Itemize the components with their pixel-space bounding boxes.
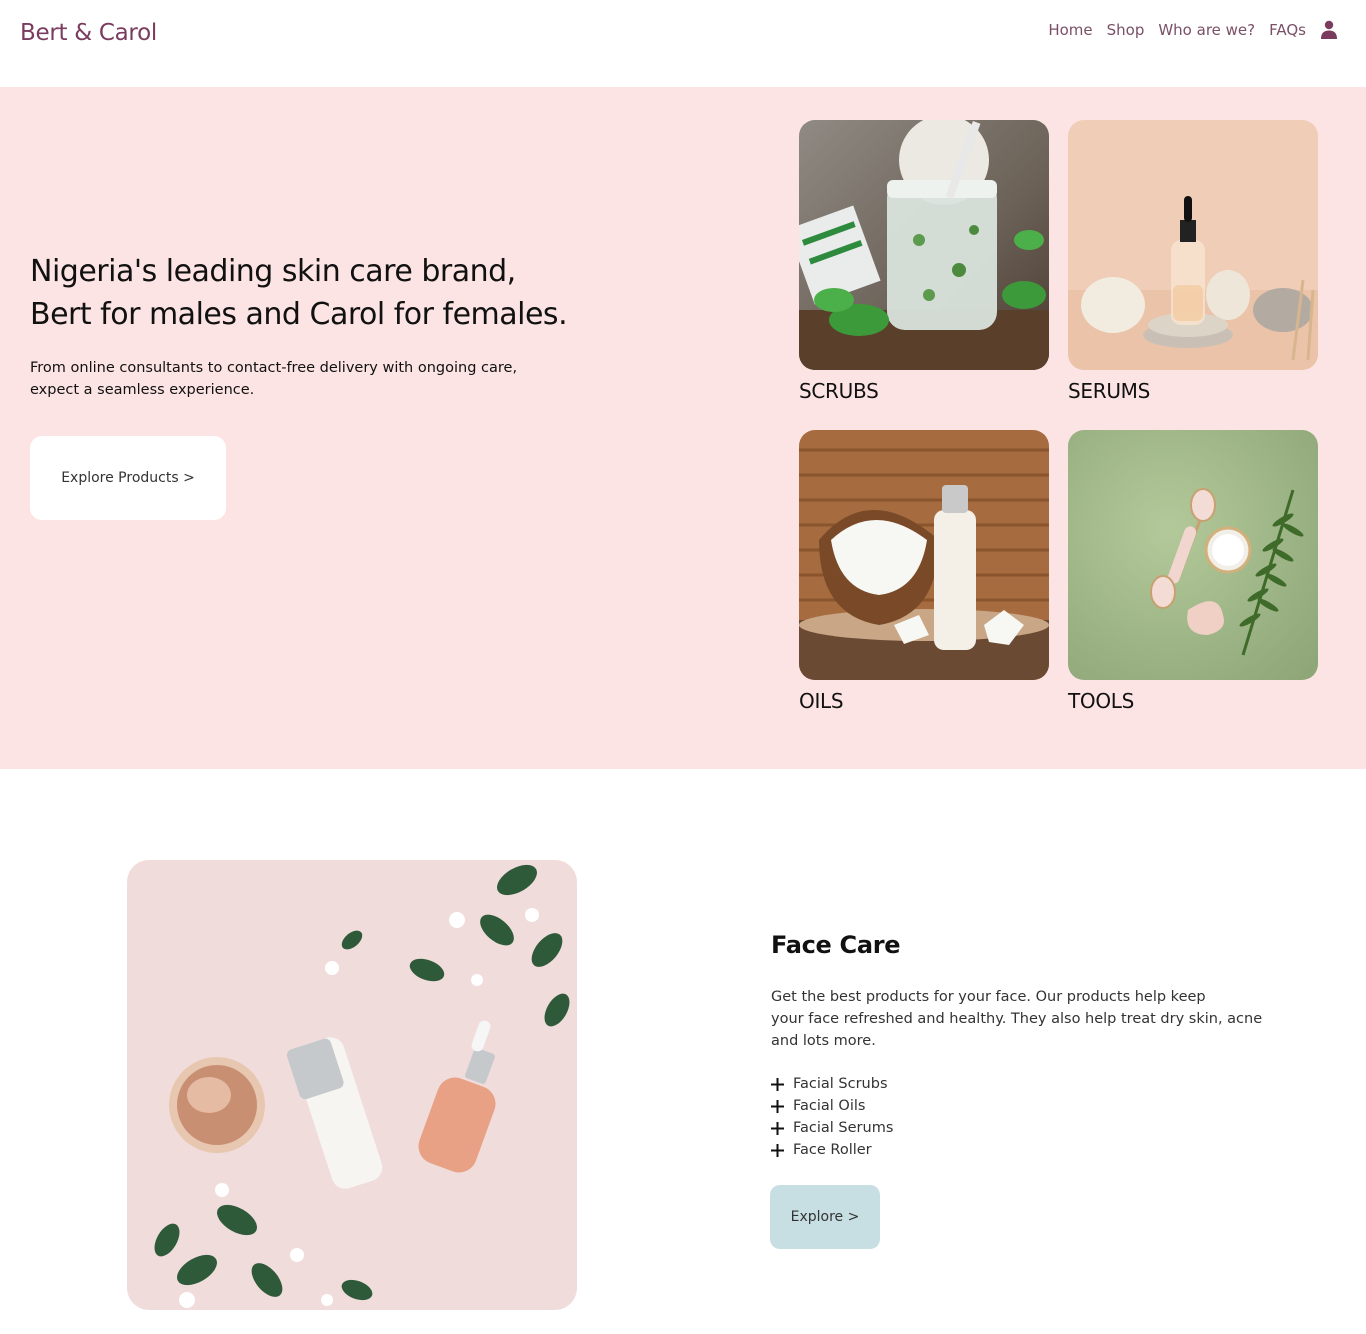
face-care-description-line-1: Get the best products for your face. Our… <box>771 989 1206 1005</box>
hero-subtitle-line-2: expect a seamless experience. <box>30 382 255 398</box>
face-care-illustration <box>127 860 577 1310</box>
serums-image[interactable] <box>1068 120 1318 370</box>
user-icon[interactable] <box>1320 20 1338 40</box>
plus-icon <box>771 1143 784 1157</box>
nav-who-are-we[interactable]: Who are we? <box>1158 21 1255 39</box>
hero-title: Nigeria's leading skin care brand, Bert … <box>30 250 590 336</box>
category-card-scrubs[interactable]: SCRUBS <box>799 120 1049 403</box>
explore-products-button[interactable]: Explore Products > <box>30 436 226 520</box>
plus-icon <box>771 1077 784 1091</box>
hero-section: Nigeria's leading skin care brand, Bert … <box>0 87 1366 769</box>
face-care-title: Face Care <box>771 931 901 959</box>
hero-subtitle: From online consultants to contact-free … <box>30 357 550 401</box>
face-care-explore-button[interactable]: Explore > <box>770 1185 880 1249</box>
list-item[interactable]: Face Roller <box>771 1139 893 1161</box>
nav-shop[interactable]: Shop <box>1107 21 1145 39</box>
face-care-list: Facial Scrubs Facial Oils Facial Serums … <box>771 1073 893 1161</box>
plus-icon <box>771 1121 784 1135</box>
category-label-tools: TOOLS <box>1068 689 1135 713</box>
hero-title-line-1: Nigeria's leading skin care brand, <box>30 254 516 289</box>
face-care-description: Get the best products for your face. Our… <box>771 986 1263 1052</box>
plus-icon <box>771 1099 784 1113</box>
site-header: Bert & Carol Home Shop Who are we? FAQs <box>0 0 1366 87</box>
list-item-label: Face Roller <box>793 1142 872 1158</box>
list-item[interactable]: Facial Oils <box>771 1095 893 1117</box>
face-care-image <box>127 860 577 1310</box>
face-care-description-line-3: and lots more. <box>771 1033 876 1049</box>
list-item-label: Facial Scrubs <box>793 1076 888 1092</box>
list-item-label: Facial Serums <box>793 1120 894 1136</box>
face-care-description-line-2: your face refreshed and healthy. They al… <box>771 1011 1263 1027</box>
nav-home[interactable]: Home <box>1048 21 1092 39</box>
scrubs-image[interactable] <box>799 120 1049 370</box>
hero-title-line-2: Bert for males and Carol for females. <box>30 297 568 332</box>
category-card-serums[interactable]: SERUMS <box>1068 120 1318 403</box>
nav-faqs[interactable]: FAQs <box>1269 21 1306 39</box>
category-card-oils[interactable]: OILS <box>799 430 1049 713</box>
list-item[interactable]: Facial Scrubs <box>771 1073 893 1095</box>
main-nav: Home Shop Who are we? FAQs <box>1048 20 1338 40</box>
brand-logo[interactable]: Bert & Carol <box>20 20 157 46</box>
tools-image[interactable] <box>1068 430 1318 680</box>
category-label-serums: SERUMS <box>1068 379 1151 403</box>
category-label-oils: OILS <box>799 689 844 713</box>
list-item-label: Facial Oils <box>793 1098 866 1114</box>
hero-subtitle-line-1: From online consultants to contact-free … <box>30 360 518 376</box>
list-item[interactable]: Facial Serums <box>771 1117 893 1139</box>
oils-image[interactable] <box>799 430 1049 680</box>
category-label-scrubs: SCRUBS <box>799 379 879 403</box>
category-card-tools[interactable]: TOOLS <box>1068 430 1318 713</box>
